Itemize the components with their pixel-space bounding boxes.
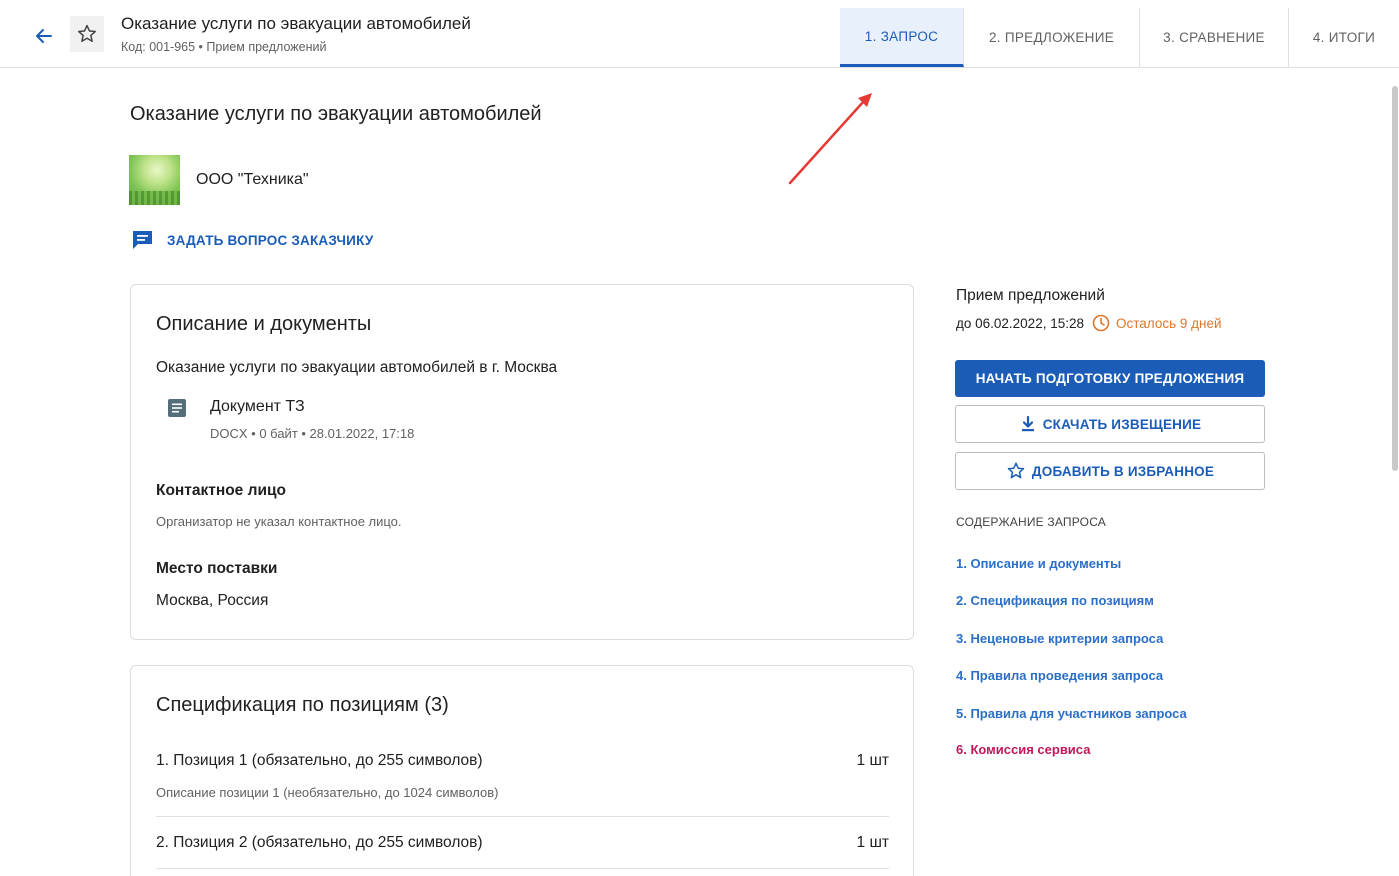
specification-card: Спецификация по позициям (3) 1. Позиция … <box>130 665 914 876</box>
time-left-badge: Осталось 9 дней <box>1116 315 1222 331</box>
header-title: Оказание услуги по эвакуации автомобилей <box>121 14 471 33</box>
toc-item-specification[interactable]: 2. Спецификация по позициям <box>956 593 1154 608</box>
toc-item-request-rules[interactable]: 4. Правила проведения запроса <box>956 668 1163 683</box>
header-subtitle: Код: 001-965 • Прием предложений <box>121 40 327 54</box>
arrow-left-icon <box>36 29 52 43</box>
position-quantity: 1 шт <box>856 752 889 769</box>
toc-item-non-price-criteria[interactable]: 3. Неценовые критерии запроса <box>956 631 1163 646</box>
tab-offer[interactable]: 2. ПРЕДЛОЖЕНИЕ <box>964 8 1140 67</box>
delivery-value: Москва, Россия <box>156 592 269 609</box>
contact-note: Организатор не указал контактное лицо. <box>156 514 402 529</box>
delivery-label: Место поставки <box>156 560 278 577</box>
document-icon <box>168 399 186 417</box>
page-title: Оказание услуги по эвакуации автомобилей <box>130 103 542 125</box>
divider <box>156 868 889 869</box>
position-description: Описание позиции 1 (необязательно, до 10… <box>156 785 499 800</box>
chat-icon <box>133 231 152 249</box>
download-icon <box>1021 415 1034 432</box>
position-name: 1. Позиция 1 (обязательно, до 255 символ… <box>156 752 483 769</box>
toc-title: СОДЕРЖАНИЕ ЗАПРОСА <box>956 515 1107 529</box>
download-notice-button[interactable]: СКАЧАТЬ ИЗВЕЩЕНИЕ <box>955 405 1265 443</box>
deadline-date: до 06.02.2022, 15:28 <box>956 315 1084 331</box>
organization-name: ООО "Техника" <box>196 171 309 188</box>
divider <box>156 816 889 817</box>
description-card-title: Описание и документы <box>156 313 372 335</box>
add-to-favorites-button[interactable]: ДОБАВИТЬ В ИЗБРАННОЕ <box>955 452 1265 490</box>
add-to-favorites-label: ДОБАВИТЬ В ИЗБРАННОЕ <box>1031 463 1215 479</box>
description-card: Описание и документы Оказание услуги по … <box>130 284 914 640</box>
stage-label: Прием предложений <box>956 287 1105 304</box>
favorite-star-button[interactable] <box>70 16 104 52</box>
document-meta: DOCX • 0 байт • 28.01.2022, 17:18 <box>210 426 415 441</box>
tab-results[interactable]: 4. ИТОГИ <box>1289 8 1399 67</box>
document-link[interactable]: Документ ТЗ <box>210 398 305 416</box>
toc-item-description[interactable]: 1. Описание и документы <box>956 556 1121 571</box>
description-text: Оказание услуги по эвакуации автомобилей… <box>156 359 558 376</box>
back-button[interactable] <box>30 22 58 50</box>
deadline-row: до 06.02.2022, 15:28 Осталось 9 дней <box>956 314 1222 332</box>
star-outline-icon <box>1007 462 1025 479</box>
specification-card-title: Спецификация по позициям (3) <box>156 694 449 716</box>
contact-label: Контактное лицо <box>156 482 286 499</box>
ask-customer-link[interactable]: ЗАДАТЬ ВОПРОС ЗАКАЗЧИКУ <box>131 229 373 251</box>
position-name: 2. Позиция 2 (обязательно, до 255 символ… <box>156 834 483 851</box>
ask-customer-label: ЗАДАТЬ ВОПРОС ЗАКАЗЧИКУ <box>167 232 374 248</box>
tab-comparison[interactable]: 3. СРАВНЕНИЕ <box>1140 8 1289 67</box>
star-outline-icon <box>78 24 96 42</box>
toc-item-participant-rules[interactable]: 5. Правила для участников запроса <box>956 706 1187 721</box>
download-notice-label: СКАЧАТЬ ИЗВЕЩЕНИЕ <box>1042 416 1202 432</box>
toc-item-commission[interactable]: 6. Комиссия сервиса <box>956 742 1090 757</box>
position-quantity: 1 шт <box>856 834 889 851</box>
tab-request[interactable]: 1. ЗАПРОС <box>840 8 964 67</box>
scrollbar-thumb[interactable] <box>1392 86 1398 471</box>
stage-tabs: 1. ЗАПРОС 2. ПРЕДЛОЖЕНИЕ 3. СРАВНЕНИЕ 4.… <box>840 8 1399 67</box>
organization-logo <box>129 155 180 205</box>
annotation-arrow-icon <box>788 93 872 185</box>
start-offer-button[interactable]: НАЧАТЬ ПОДГОТОВКУ ПРЕДЛОЖЕНИЯ <box>955 360 1265 397</box>
clock-icon <box>1092 314 1110 332</box>
top-bar: Оказание услуги по эвакуации автомобилей… <box>0 0 1399 68</box>
